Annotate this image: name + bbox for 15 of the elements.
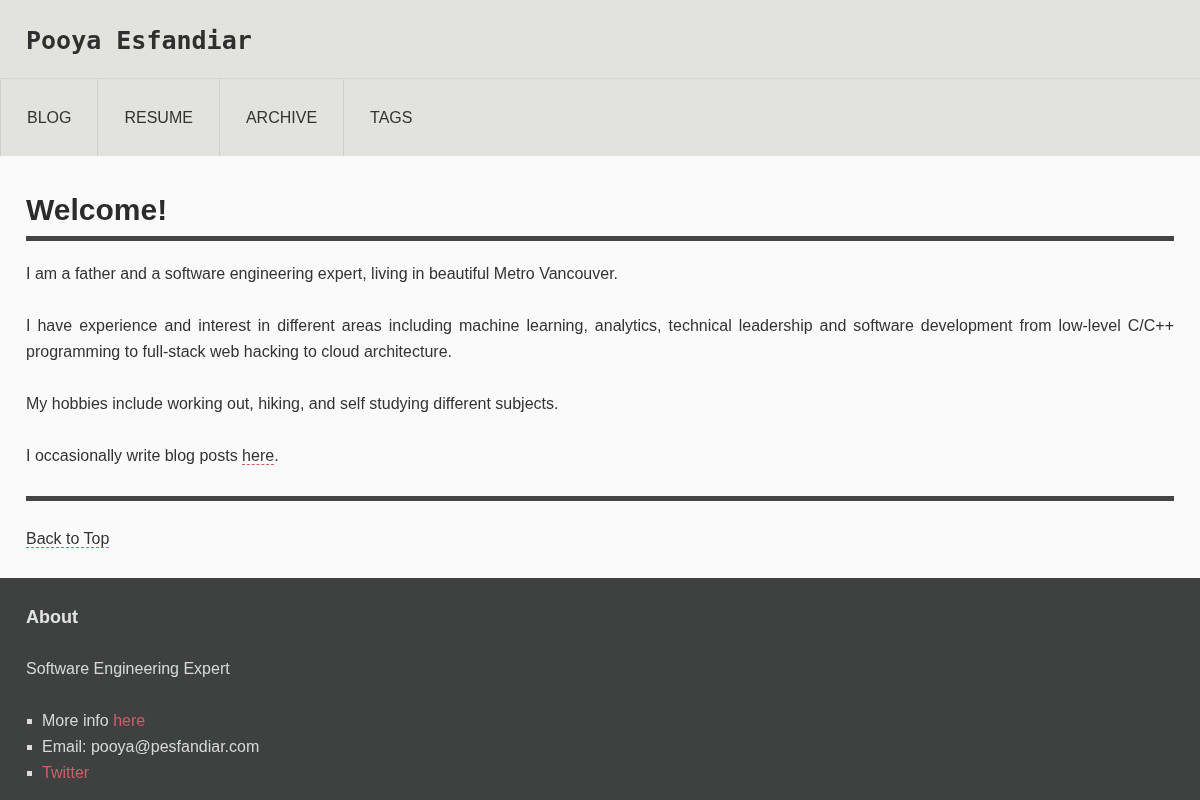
- footer-list-text: More info here: [42, 711, 146, 731]
- footer-heading: About: [26, 606, 79, 629]
- paragraph: I have experience and interest in different areas including machine learning, analytics, technical leadership and software development from low-level C/C++ programming to full-stack web hacking to cloud architecture.: [26, 316, 1174, 362]
- inline-link[interactable]: here: [242, 447, 275, 465]
- square-bullet-icon: [27, 770, 32, 776]
- paragraph: I occasionally write blog posts here.: [26, 446, 280, 467]
- footer-list-text: Email: pooya@pesfandiar.com: [42, 737, 260, 757]
- back-to-top-link[interactable]: Back to Top: [26, 530, 110, 548]
- page-heading: Welcome!: [26, 192, 169, 228]
- footer-tagline: Software Engineering Expert: [26, 659, 231, 679]
- paragraph: My hobbies include working out, hiking, and self studying different subjects.: [26, 394, 560, 414]
- site-title: Pooya Esfandiar: [26, 26, 252, 56]
- square-bullet-icon: [27, 718, 32, 724]
- square-bullet-icon: [27, 744, 32, 750]
- paragraph: I am a father and a software engineering expert, living in beautiful Metro Vancouver.: [26, 264, 620, 284]
